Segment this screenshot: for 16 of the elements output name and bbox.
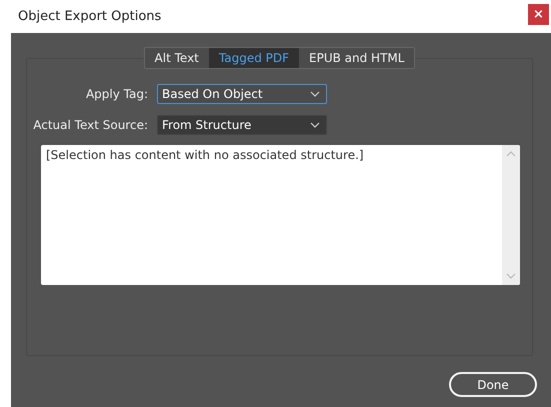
scrollbar[interactable] [502,145,520,285]
scroll-up-icon[interactable] [506,151,516,157]
tab[interactable]: Tagged PDF [208,48,300,68]
field-label: Apply Tag: [84,87,148,101]
chevron-icon [310,91,320,97]
text-area[interactable]: [Selection has content with no associated structure.] [41,145,520,285]
field-label: Actual Text Source: [32,118,148,132]
dropdown[interactable]: Based On Object [157,84,327,104]
done-button[interactable]: Done [449,372,537,397]
scroll-down-icon[interactable] [506,273,516,279]
tab[interactable]: EPUB and HTML [299,48,414,68]
tab[interactable]: Alt Text [144,48,209,68]
chevron-icon [310,122,320,128]
close-button[interactable]: × [528,4,549,25]
window-title: Object Export Options [18,9,162,24]
dropdown[interactable]: From Structure [157,115,327,135]
